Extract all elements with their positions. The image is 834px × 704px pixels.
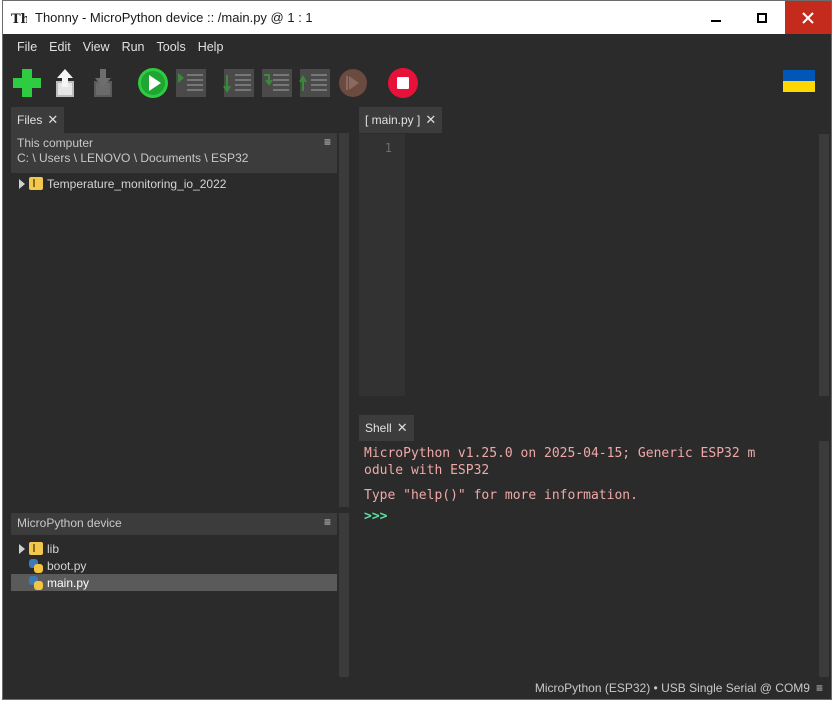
thonny-app-icon: Th: [11, 10, 31, 27]
thonny-window: Th Thonny - MicroPython device :: /main.…: [2, 0, 832, 700]
shell-output-line: Type "help()" for more information.: [364, 488, 638, 503]
minimize-button[interactable]: [693, 1, 739, 34]
interpreter-status[interactable]: MicroPython (ESP32) • USB Single Serial …: [535, 681, 810, 695]
device-heading: MicroPython device: [17, 516, 122, 530]
close-icon[interactable]: ✕: [397, 420, 408, 436]
files-tabstrip: Files ✕: [11, 107, 341, 133]
shell-scrollbar[interactable]: [819, 441, 829, 677]
menu-help[interactable]: Help: [192, 40, 230, 54]
list-item[interactable]: boot.py: [11, 557, 337, 574]
ukraine-flag-icon[interactable]: [783, 70, 815, 92]
svg-text:Th: Th: [11, 12, 27, 26]
menu-tools[interactable]: Tools: [151, 40, 192, 54]
this-computer-header: This computer C: \ Users \ LENOVO \ Docu…: [11, 133, 337, 173]
list-item[interactable]: lib: [11, 540, 337, 557]
folder-name: Temperature_monitoring_io_2022: [47, 176, 227, 191]
shell-output-line: odule with ESP32: [364, 463, 490, 478]
menu-edit[interactable]: Edit: [43, 40, 77, 54]
device-menu-icon[interactable]: ≡: [324, 515, 331, 529]
window-controls: [693, 1, 831, 34]
folder-name: lib: [47, 541, 60, 556]
shell-output-line: MicroPython v1.25.0 on 2025-04-15; Gener…: [364, 446, 756, 461]
file-name: boot.py: [47, 558, 87, 573]
tab-files[interactable]: Files ✕: [11, 107, 65, 133]
title-bar: Th Thonny - MicroPython device :: /main.…: [3, 1, 831, 34]
line-number-gutter: 1: [359, 134, 405, 396]
tab-files-label: Files: [17, 113, 43, 127]
tab-main-py-label: [ main.py ]: [365, 113, 421, 127]
open-file-icon[interactable]: [49, 67, 81, 99]
debug-icon[interactable]: [175, 67, 207, 99]
save-file-icon[interactable]: [87, 67, 119, 99]
expand-icon[interactable]: [19, 178, 25, 189]
status-bar: MicroPython (ESP32) • USB Single Serial …: [3, 677, 831, 699]
close-icon[interactable]: ✕: [47, 112, 58, 128]
menu-file[interactable]: File: [11, 40, 43, 54]
files-menu-icon[interactable]: ≡: [324, 135, 331, 149]
list-item-selected[interactable]: main.py: [11, 574, 337, 591]
folder-icon: [29, 542, 43, 555]
menu-bar: File Edit View Run Tools Help: [3, 34, 831, 60]
line-number: 1: [384, 141, 392, 155]
file-name: main.py: [47, 575, 90, 590]
stop-icon[interactable]: [387, 67, 419, 99]
files-panel: This computer C: \ Users \ LENOVO \ Docu…: [11, 133, 337, 507]
device-scrollbar[interactable]: [339, 513, 349, 677]
step-out-icon[interactable]: [299, 67, 331, 99]
list-item[interactable]: Temperature_monitoring_io_2022: [11, 175, 337, 192]
toolbar: [3, 60, 831, 106]
window-title: Thonny - MicroPython device :: /main.py …: [35, 10, 313, 25]
device-header: MicroPython device ≡: [11, 513, 337, 535]
folder-icon: [29, 177, 43, 190]
shell-prompt[interactable]: >>>: [364, 509, 387, 524]
current-path: C: \ Users \ LENOVO \ Documents \ ESP32: [17, 151, 249, 165]
editor-tabstrip: [ main.py ] ✕: [359, 107, 829, 133]
tab-shell[interactable]: Shell ✕: [359, 415, 414, 441]
run-icon[interactable]: [137, 67, 169, 99]
status-menu-icon[interactable]: ≡: [816, 681, 823, 695]
python-file-icon: [29, 575, 43, 590]
new-file-icon[interactable]: [11, 67, 43, 99]
close-icon[interactable]: ✕: [425, 112, 436, 128]
code-editor[interactable]: 1: [359, 134, 823, 396]
expand-icon[interactable]: [19, 543, 25, 554]
menu-run[interactable]: Run: [116, 40, 151, 54]
this-computer-heading: This computer: [17, 136, 94, 150]
close-button[interactable]: [785, 1, 831, 34]
step-over-icon[interactable]: [223, 67, 255, 99]
maximize-button[interactable]: [739, 1, 785, 34]
step-into-icon[interactable]: [261, 67, 293, 99]
python-file-icon: [29, 558, 43, 573]
shell-tabstrip: Shell ✕: [359, 415, 829, 441]
resume-icon[interactable]: [337, 67, 369, 99]
device-panel: MicroPython device ≡ lib boot.py main.py: [11, 513, 337, 677]
shell-console[interactable]: MicroPython v1.25.0 on 2025-04-15; Gener…: [359, 441, 823, 677]
files-scrollbar[interactable]: [339, 133, 349, 507]
menu-view[interactable]: View: [77, 40, 116, 54]
tab-main-py[interactable]: [ main.py ] ✕: [359, 107, 443, 133]
tab-shell-label: Shell: [365, 421, 392, 435]
editor-scrollbar[interactable]: [819, 134, 829, 396]
